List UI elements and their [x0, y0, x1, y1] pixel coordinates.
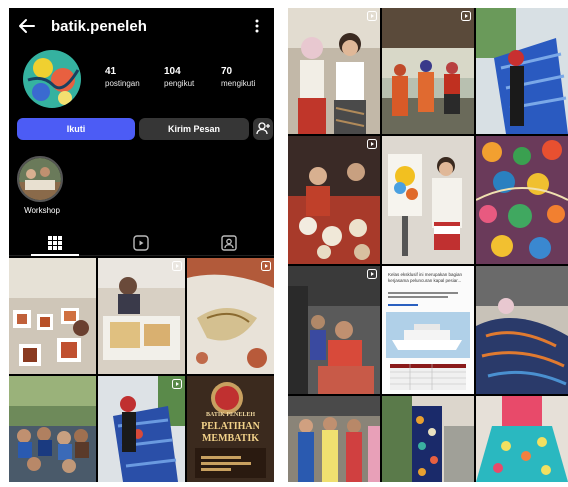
- post-thumbnail[interactable]: [288, 136, 380, 264]
- message-button[interactable]: Kirim Pesan: [139, 118, 249, 140]
- reel-badge-icon: [172, 261, 182, 271]
- grid-icon[interactable]: [47, 235, 63, 251]
- stat-followers-count: 104: [164, 66, 181, 77]
- post-thumbnail[interactable]: [476, 266, 568, 394]
- profile-tabs: [9, 230, 274, 256]
- stat-posts-label: postingan: [105, 79, 140, 88]
- post-thumbnail[interactable]: [9, 376, 96, 482]
- top-bar: batik.peneleh: [9, 8, 274, 44]
- post-thumbnail[interactable]: [382, 136, 474, 264]
- post-thumbnail[interactable]: [187, 258, 274, 374]
- reel-badge-icon: [367, 139, 377, 149]
- reel-badge-icon: [261, 261, 271, 271]
- poster-title-line2: MEMBATIK: [201, 433, 260, 444]
- profile-username: batik.peneleh: [51, 18, 147, 35]
- stat-followers[interactable]: 104 pengikut: [164, 66, 194, 88]
- stat-posts-count: 41: [105, 66, 117, 77]
- active-tab-indicator: [31, 254, 79, 256]
- stat-followers-label: pengikut: [164, 79, 195, 88]
- avatar[interactable]: [23, 50, 81, 108]
- follow-button[interactable]: Ikuti: [17, 118, 135, 140]
- reel-badge-icon: [367, 11, 377, 21]
- highlight-workshop[interactable]: [17, 156, 63, 202]
- post-thumbnail[interactable]: [476, 396, 568, 482]
- post-thumbnail[interactable]: [382, 8, 474, 134]
- more-vert-icon[interactable]: [254, 18, 260, 34]
- post-thumbnail[interactable]: [382, 396, 474, 482]
- tagged-icon[interactable]: [221, 235, 237, 251]
- poster-brand: BATIK PENELEH: [205, 412, 256, 418]
- reel-badge-icon: [461, 11, 471, 21]
- poster-title-line1: PELATIHAN: [201, 421, 260, 432]
- post-thumbnail[interactable]: [98, 376, 185, 482]
- reel-badge-icon: [367, 269, 377, 279]
- post-thumbnail[interactable]: [288, 266, 380, 394]
- post-thumbnail[interactable]: [288, 8, 380, 134]
- post-thumbnail[interactable]: [288, 396, 380, 482]
- stat-following-label: mengikuti: [221, 79, 256, 88]
- profile-screen: batik.peneleh 41 postingan 104 pengikut …: [9, 8, 274, 482]
- highlight-label: Workshop: [24, 206, 60, 215]
- add-user-button[interactable]: [253, 118, 273, 140]
- back-arrow-icon[interactable]: [17, 16, 37, 36]
- stat-following[interactable]: 70 mengikuti: [221, 66, 255, 88]
- reels-icon[interactable]: [133, 235, 149, 251]
- posts-grid-screen: Kelas eksklusif ini merupakan bagian ker…: [288, 8, 568, 482]
- reel-badge-icon: [172, 379, 182, 389]
- post-thumbnail[interactable]: [98, 258, 185, 374]
- stat-following-count: 70: [221, 66, 233, 77]
- post-thumbnail-document[interactable]: Kelas eksklusif ini merupakan bagian ker…: [382, 266, 474, 394]
- post-thumbnail[interactable]: [476, 8, 568, 134]
- stat-posts[interactable]: 41 postingan: [105, 66, 140, 88]
- post-thumbnail[interactable]: [9, 258, 96, 374]
- post-thumbnail[interactable]: [476, 136, 568, 264]
- post-thumbnail-poster[interactable]: BATIK PENELEH PELATIHAN MEMBATIK: [187, 376, 274, 482]
- add-user-icon: [256, 122, 270, 135]
